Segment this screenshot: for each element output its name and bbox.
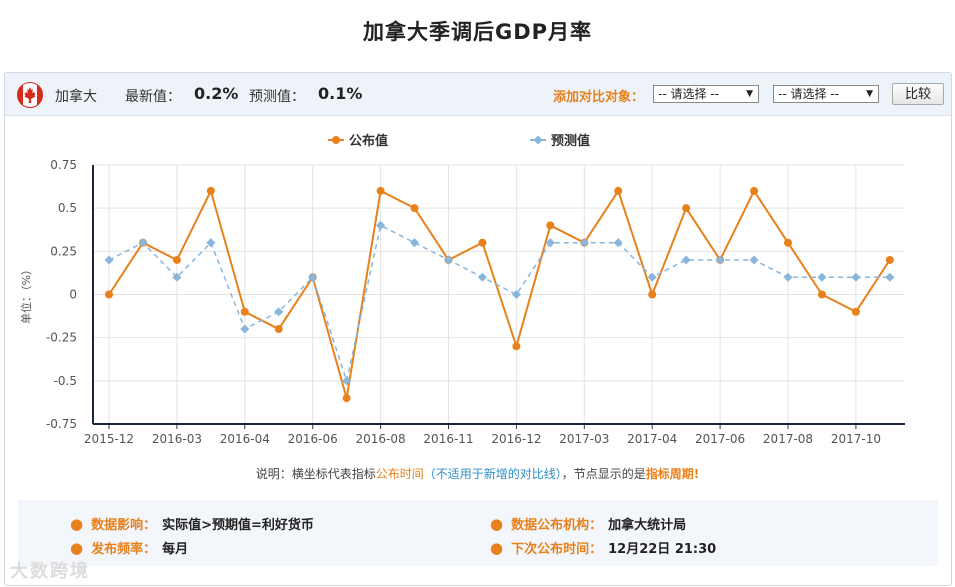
y-tick-label: 0.75 — [50, 158, 77, 172]
bullet-icon: ● — [490, 539, 504, 557]
forecast-point — [647, 272, 657, 282]
chart-axes: 0.75 0.5 0.25 0 -0.25 -0.5 -0.75 2015-12 2016-03… — [46, 158, 905, 446]
next-label: 下次公布时间： — [511, 542, 603, 557]
x-tick-label: 2017-10 — [831, 432, 881, 446]
bullet-icon: ● — [70, 539, 84, 557]
legend-marker — [533, 135, 543, 145]
chart-note: 说明：横坐标代表指标公布时间（不适用于新增的对比线），节点显示的是指标周期! — [0, 465, 955, 482]
x-tick-label: 2017-04 — [627, 432, 677, 446]
actual-point — [648, 290, 657, 299]
actual-point — [682, 204, 691, 213]
actual-point — [512, 342, 521, 351]
note-mid: ，节点显示的是 — [561, 467, 646, 481]
y-tick-label: -0.75 — [46, 417, 77, 431]
actual-point — [546, 221, 555, 230]
x-tick-label: 2016-04 — [220, 432, 270, 446]
note-period: 指标周期! — [645, 467, 700, 481]
legend-label: 预测值 — [551, 133, 590, 149]
forecast-point — [783, 272, 793, 282]
forecast-point — [885, 272, 895, 282]
bullet-icon: ● — [490, 515, 504, 533]
actual-point — [342, 394, 351, 403]
x-tick-label: 2016-08 — [356, 432, 406, 446]
x-tick-label: 2016-11 — [423, 432, 473, 446]
chart-legend: 公布值 预测值 — [328, 133, 590, 149]
forecast-point — [104, 255, 114, 265]
actual-point — [172, 255, 181, 264]
impact-value: 实际值>预期值=利好货币 — [162, 518, 314, 533]
gdp-line-chart: 公布值 预测值 0.75 0.5 0.25 0 -0.25 -0.5 -0.75 2015-12… — [19, 133, 905, 446]
forecast-point — [817, 272, 827, 282]
agency-value: 加拿大统计局 — [608, 518, 687, 533]
forecast-point — [240, 324, 250, 334]
info-impact: ● 数据影响： 实际值>预期值=利好货币 — [70, 514, 314, 533]
forecast-point — [749, 255, 759, 265]
agency-label: 数据公布机构： — [511, 518, 603, 533]
x-tick-label: 2015-12 — [84, 432, 134, 446]
actual-point — [240, 307, 249, 316]
forecast-point — [511, 289, 521, 300]
note-paren: （不适用于新增的对比线） — [423, 467, 562, 481]
legend-label: 公布值 — [349, 133, 388, 149]
freq-value: 每月 — [162, 542, 189, 557]
actual-point — [206, 186, 215, 195]
y-tick-label: -0.5 — [54, 374, 77, 388]
x-tick-label: 2016-12 — [491, 432, 541, 446]
actual-point — [478, 238, 487, 247]
actual-point — [614, 186, 623, 195]
x-tick-label: 2016-06 — [288, 432, 338, 446]
actual-point — [851, 307, 860, 316]
y-tick-label: -0.25 — [46, 331, 77, 345]
forecast-point — [376, 220, 386, 230]
forecast-point — [681, 255, 691, 265]
x-tick-label: 2017-08 — [763, 432, 813, 446]
forecast-point — [477, 272, 487, 282]
watermark: 大数跨境 — [10, 561, 90, 582]
actual-point — [105, 290, 113, 299]
x-tick-label: 2017-06 — [695, 432, 745, 446]
info-next-release: ● 下次公布时间： 12月22日 21:30 — [490, 538, 716, 557]
legend-marker — [332, 136, 340, 144]
note-publish-time: 公布时间 — [375, 467, 424, 481]
y-tick-label: 0 — [69, 288, 77, 302]
actual-point — [274, 325, 283, 334]
y-axis-label: 单位：（%） — [19, 264, 33, 324]
next-value: 12月22日 21:30 — [608, 542, 717, 557]
bullet-icon: ● — [70, 515, 84, 533]
impact-label: 数据影响： — [91, 518, 157, 533]
forecast-point — [851, 272, 861, 282]
info-frequency: ● 发布频率： 每月 — [70, 538, 188, 557]
x-tick-label: 2016-03 — [152, 432, 202, 446]
freq-label: 发布频率： — [91, 542, 157, 557]
actual-point — [750, 186, 759, 195]
info-box: ● 数据影响： 实际值>预期值=利好货币 ● 数据公布机构： 加拿大统计局 ● 发布频率：… — [18, 500, 938, 566]
actual-point — [817, 290, 826, 299]
info-agency: ● 数据公布机构： 加拿大统计局 — [490, 514, 686, 533]
actual-point — [784, 238, 792, 247]
y-tick-label: 0.25 — [50, 244, 77, 258]
actual-point — [885, 255, 894, 264]
note-prefix: 说明：横坐标代表指标 — [255, 467, 376, 481]
actual-point — [376, 186, 385, 195]
x-tick-label: 2017-03 — [559, 432, 609, 446]
actual-point — [410, 204, 419, 213]
forecast-point — [410, 238, 420, 248]
y-tick-label: 0.5 — [58, 201, 77, 215]
